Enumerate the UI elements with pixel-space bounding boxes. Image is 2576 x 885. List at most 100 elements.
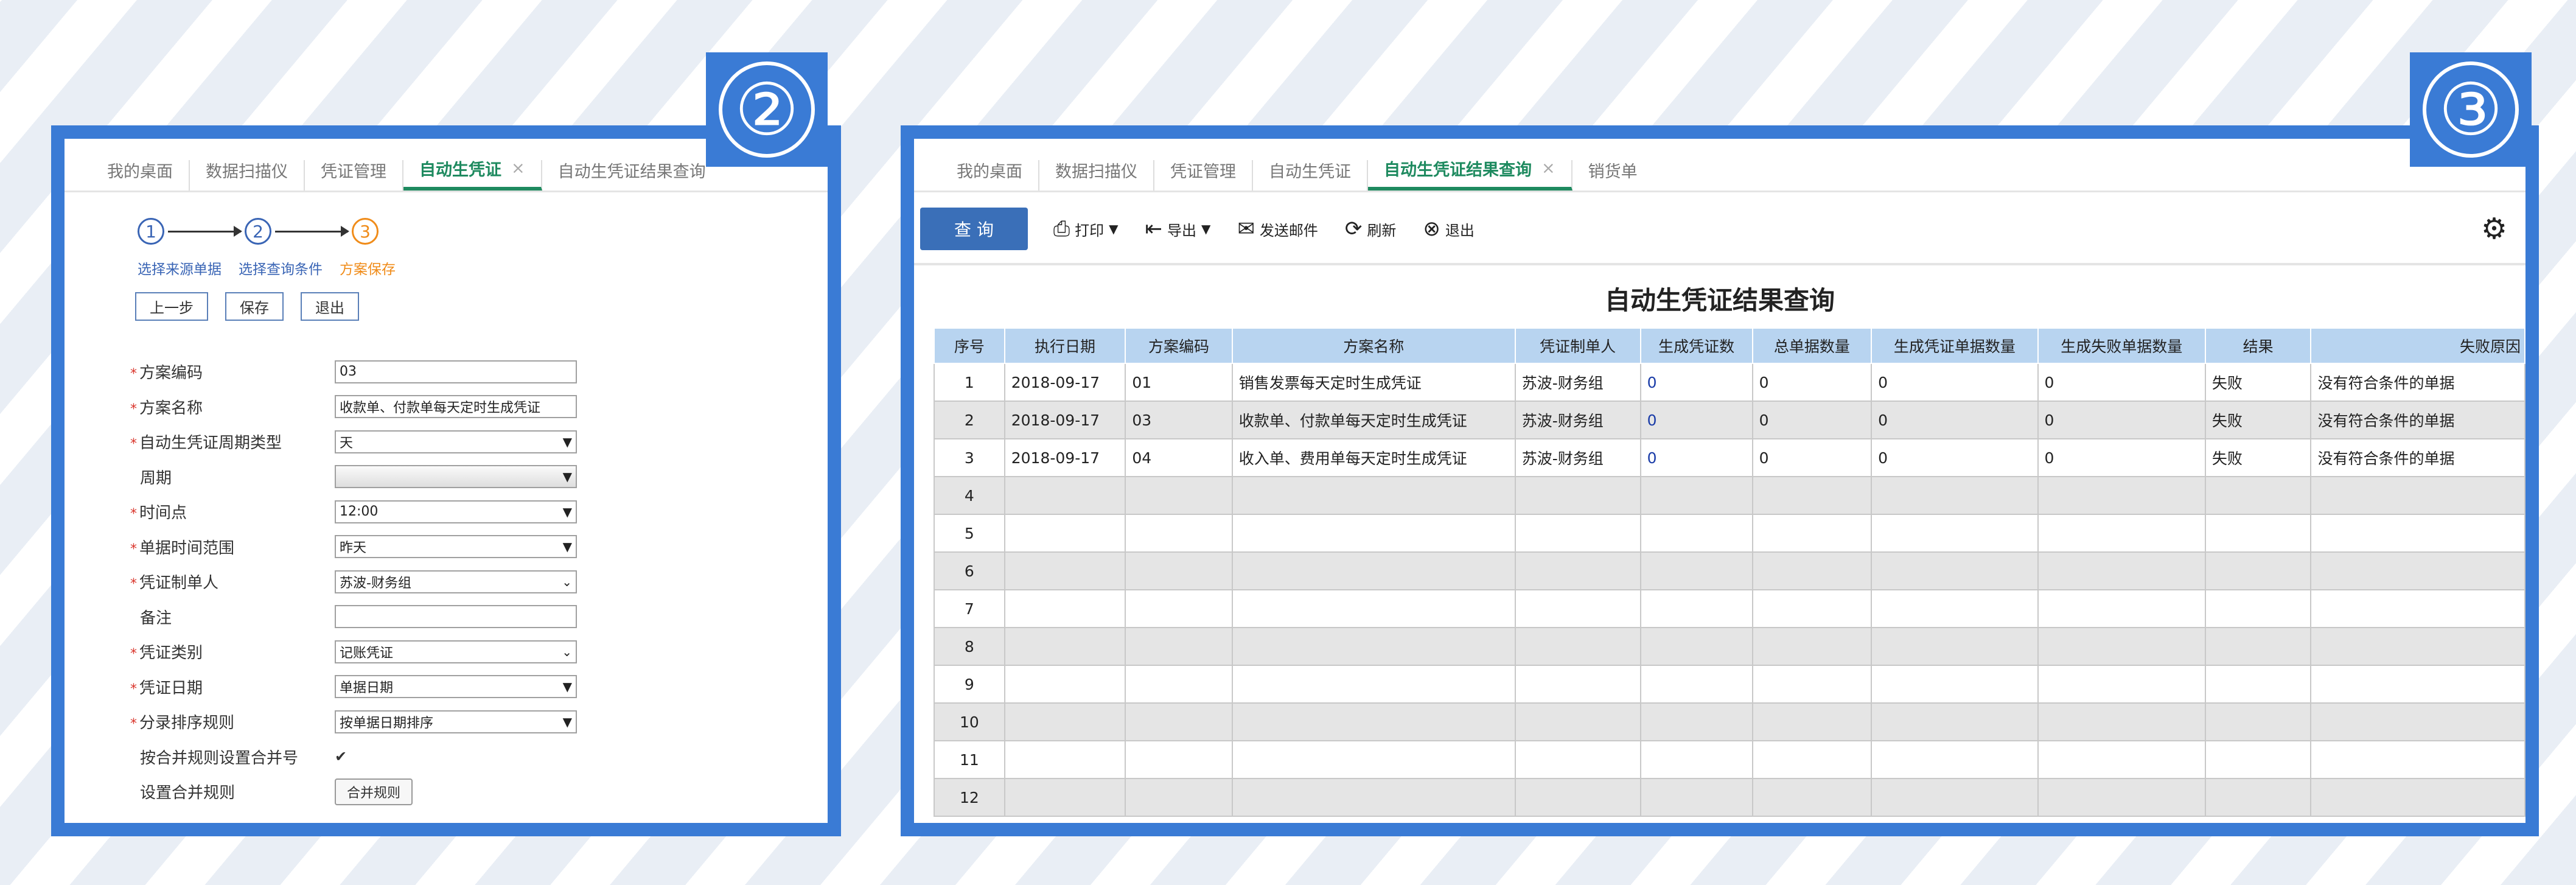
wizard-buttons: 上一步 保存 退出: [135, 292, 359, 321]
column-header[interactable]: 方案编码: [1125, 327, 1233, 364]
export-button[interactable]: ⇤ 导出 ▼: [1145, 217, 1211, 241]
column-header[interactable]: 失败原因: [2310, 327, 2525, 364]
table-row[interactable]: 3 2018-09-17 04 收入单、费用单每天定时生成凭证 苏波-财务组 0 0 0 0 失败…: [934, 438, 2525, 477]
gear-icon[interactable]: ⚙: [2481, 212, 2507, 246]
table-row[interactable]: 5: [934, 514, 2525, 553]
tab-voucher-management[interactable]: 凭证管理: [305, 160, 403, 191]
table-cell: [1125, 476, 1233, 515]
table-cell: 2018-09-17: [1004, 438, 1126, 477]
step-number-badge: ③: [2410, 52, 2532, 167]
period-select[interactable]: ▼: [335, 465, 577, 489]
table-cell: 失败: [2204, 401, 2312, 439]
table-cell: 3: [934, 438, 1005, 477]
arrow-right-icon: [275, 225, 349, 237]
table-cell: 03: [1125, 401, 1233, 439]
print-button[interactable]: ⎙ 打印 ▼: [1053, 217, 1119, 241]
scheme-code-input[interactable]: 03: [335, 360, 577, 383]
form-row: * 自动生凭证周期类型 天 ▼: [130, 424, 577, 460]
column-header[interactable]: 生成凭证数: [1639, 327, 1753, 364]
table-row[interactable]: 11: [934, 740, 2525, 779]
table-row[interactable]: 8: [934, 627, 2525, 666]
table-header-row: 序号 执行日期 方案编码 方案名称 凭证制单人 生成凭证数 总单据数量 生成凭证单据数量 生成失…: [934, 327, 2525, 364]
close-tab-icon[interactable]: ×: [1541, 159, 1555, 178]
table-body: 1 2018-09-17 01 销售发票每天定时生成凭证 苏波-财务组 0 0 0 0 失败 没有符…: [934, 363, 2525, 817]
send-email-button[interactable]: ✉ 发送邮件: [1237, 217, 1318, 241]
save-button[interactable]: 保存: [225, 292, 284, 321]
table-cell: [1231, 740, 1516, 779]
table-cell: [2037, 740, 2206, 779]
table-row[interactable]: 7: [934, 589, 2525, 628]
tab-desktop[interactable]: 我的桌面: [941, 160, 1039, 191]
tab-voucher-management[interactable]: 凭证管理: [1154, 160, 1253, 191]
tab-data-scanner[interactable]: 数据扫描仪: [1039, 160, 1154, 191]
table-cell: 01: [1125, 363, 1233, 402]
table-cell: [2204, 551, 2312, 590]
column-header[interactable]: 方案名称: [1231, 327, 1516, 364]
exit-button[interactable]: 退出: [301, 292, 359, 321]
results-table: 序号 执行日期 方案编码 方案名称 凭证制单人 生成凭证数 总单据数量 生成凭证单据数量 生成失…: [934, 327, 2525, 817]
tab-auto-voucher[interactable]: 自动生凭证: [1253, 160, 1368, 191]
tab-sales-order[interactable]: 销货单: [1572, 160, 1653, 191]
step-1-circle: 1: [138, 218, 164, 245]
table-row[interactable]: 4: [934, 476, 2525, 515]
table-cell: [1751, 514, 1873, 553]
table-cell: [1004, 665, 1126, 704]
voucher-date-select[interactable]: 单据日期 ▼: [335, 675, 577, 699]
period-type-select[interactable]: 天 ▼: [335, 430, 577, 453]
field-label: 周期: [140, 469, 172, 488]
tab-desktop[interactable]: 我的桌面: [91, 160, 190, 191]
column-header[interactable]: 生成凭证单据数量: [1871, 327, 2039, 364]
table-cell: 苏波-财务组: [1514, 401, 1641, 439]
table-cell: [2310, 702, 2525, 741]
arrow-right-icon: [168, 225, 242, 237]
table-cell: [1125, 589, 1233, 628]
query-button[interactable]: 查 询: [920, 208, 1028, 250]
tab-auto-voucher-result[interactable]: 自动生凭证结果查询: [542, 160, 722, 191]
tab-auto-voucher[interactable]: 自动生凭证 ×: [403, 159, 542, 191]
table-cell: 5: [934, 514, 1005, 553]
table-cell: 0: [1871, 438, 2039, 477]
table-cell: [1639, 702, 1753, 741]
voucher-type-select[interactable]: 记账凭证 ⌄: [335, 640, 577, 663]
column-header[interactable]: 生成失败单据数量: [2037, 327, 2206, 364]
table-cell: 7: [934, 589, 1005, 628]
table-cell: [2310, 778, 2525, 817]
doc-range-select[interactable]: 昨天 ▼: [335, 535, 577, 559]
table-cell: [1871, 740, 2039, 779]
entry-sort-select[interactable]: 按单据日期排序 ▼: [335, 710, 577, 733]
table-cell: [1514, 551, 1641, 590]
table-cell: [1004, 476, 1126, 515]
column-header[interactable]: 结果: [2204, 327, 2312, 364]
time-point-select[interactable]: 12:00 ▼: [335, 500, 577, 523]
scheme-name-input[interactable]: 收款单、付款单每天定时生成凭证: [335, 395, 577, 419]
table-row[interactable]: 6: [934, 551, 2525, 590]
dropdown-arrow-icon: ▼: [562, 434, 572, 449]
column-header[interactable]: 序号: [934, 327, 1005, 364]
tab-data-scanner[interactable]: 数据扫描仪: [190, 160, 305, 191]
merge-number-checkbox[interactable]: ✔: [335, 748, 347, 765]
tab-auto-voucher-result[interactable]: 自动生凭证结果查询 ×: [1368, 159, 1572, 191]
table-row[interactable]: 12: [934, 778, 2525, 817]
voucher-maker-select[interactable]: 苏波-财务组 ⌄: [335, 570, 577, 593]
table-cell: [1871, 589, 2039, 628]
column-header[interactable]: 执行日期: [1004, 327, 1126, 364]
refresh-button[interactable]: ⟳ 刷新: [1345, 217, 1397, 241]
table-row[interactable]: 2 2018-09-17 03 收款单、付款单每天定时生成凭证 苏波-财务组 0 0 0 0 失败…: [934, 401, 2525, 439]
prev-step-button[interactable]: 上一步: [135, 292, 208, 321]
step-number: ③: [2423, 61, 2519, 158]
table-cell: [2037, 778, 2206, 817]
form-row: * 凭证日期 单据日期 ▼: [130, 670, 577, 705]
table-cell: [2310, 551, 2525, 590]
table-cell: [1125, 627, 1233, 666]
table-row[interactable]: 10: [934, 702, 2525, 741]
table-row[interactable]: 1 2018-09-17 01 销售发票每天定时生成凭证 苏波-财务组 0 0 0 0 失败 没有符…: [934, 363, 2525, 402]
column-header[interactable]: 凭证制单人: [1514, 327, 1641, 364]
table-cell: [1751, 778, 1873, 817]
merge-rule-button[interactable]: 合并规则: [335, 778, 413, 805]
table-row[interactable]: 9: [934, 665, 2525, 704]
column-header[interactable]: 总单据数量: [1751, 327, 1873, 364]
remark-input[interactable]: [335, 605, 577, 629]
exit-button[interactable]: ⊗ 退出: [1423, 217, 1475, 241]
table-cell: 没有符合条件的单据: [2310, 401, 2525, 439]
close-tab-icon[interactable]: ×: [511, 159, 525, 178]
